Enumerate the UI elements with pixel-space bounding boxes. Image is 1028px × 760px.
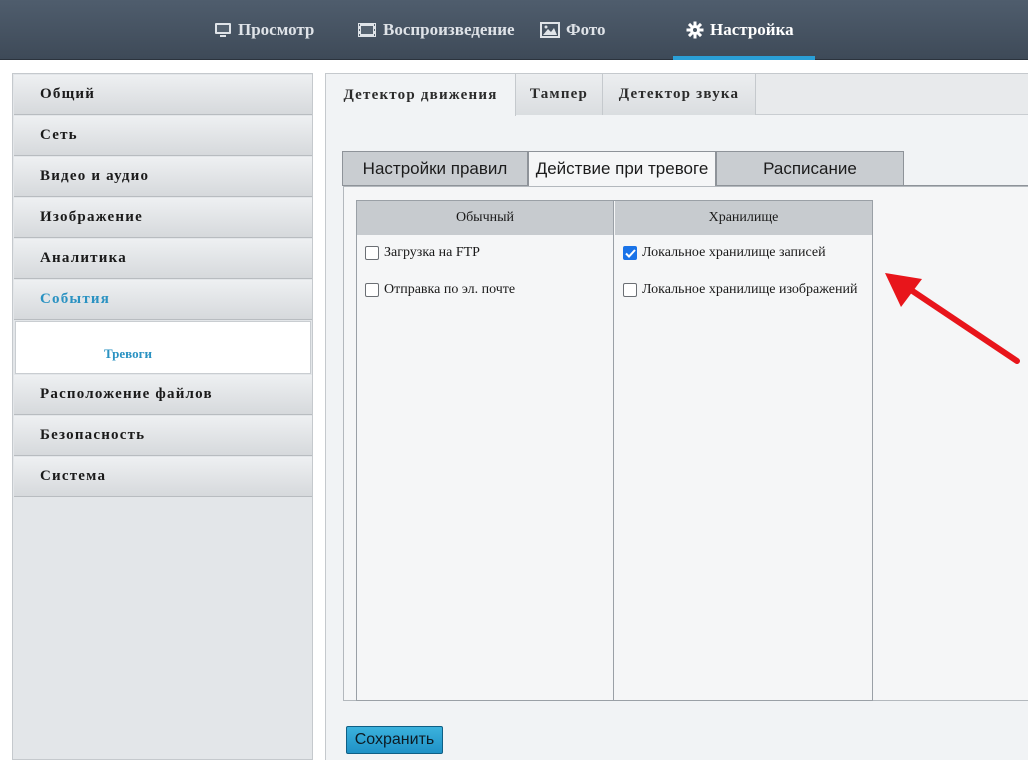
sidebar-subitem-alarms[interactable]: Тревоги <box>104 346 152 362</box>
ftp-upload-option[interactable]: Загрузка на FTP <box>365 245 480 261</box>
top-navigation-bar: Просмотр Воспроизведение Фото Настройка <box>0 0 1028 60</box>
sidebar-item-network[interactable]: Сеть <box>14 116 312 156</box>
subtab-rule-settings[interactable]: Настройки правил <box>342 151 528 186</box>
sidebar-item-analytics[interactable]: Аналитика <box>14 239 312 279</box>
tab-label: Детектор движения <box>343 86 498 103</box>
sidebar-item-label: Расположение файлов <box>40 386 213 402</box>
gear-icon <box>686 21 704 39</box>
sidebar-item-label: Сеть <box>40 127 78 143</box>
ftp-upload-checkbox[interactable] <box>365 246 379 260</box>
email-checkbox[interactable] <box>365 283 379 297</box>
subtab-schedule[interactable]: Расписание <box>716 151 904 186</box>
nav-view[interactable]: Просмотр <box>214 0 314 60</box>
events-subpanel: Тревоги <box>15 321 311 374</box>
sidebar-item-label: Система <box>40 468 107 484</box>
active-nav-indicator <box>673 56 815 60</box>
nav-photo[interactable]: Фото <box>540 0 606 60</box>
storage-column-header: Хранилище <box>615 201 872 235</box>
image-icon <box>540 22 560 38</box>
tab-sound-detector[interactable]: Детектор звука <box>603 74 756 115</box>
nav-view-label: Просмотр <box>238 20 315 39</box>
normal-column-header: Обычный <box>357 201 613 235</box>
alarm-action-content: Обычный Загрузка на FTP Отправка по эл. … <box>343 186 1028 701</box>
tab-label: Детектор звука <box>618 86 740 102</box>
nav-settings-label: Настройка <box>710 20 794 39</box>
sidebar-item-events[interactable]: События <box>14 280 312 320</box>
local-image-storage-option[interactable]: Локальное хранилище изображений <box>623 282 857 298</box>
local-record-storage-option[interactable]: Локальное хранилище записей <box>623 245 826 261</box>
film-icon <box>357 22 377 38</box>
nav-playback[interactable]: Воспроизведение <box>357 0 515 60</box>
checkmark-icon <box>624 248 636 258</box>
sidebar-item-label: Аналитика <box>40 250 127 266</box>
local-record-storage-checkbox[interactable] <box>623 246 637 260</box>
sidebar-item-label: Изображение <box>40 209 143 225</box>
sidebar-item-label: Безопасность <box>40 427 146 443</box>
tab-tamper[interactable]: Тампер <box>516 74 603 115</box>
settings-sidebar: Общий Сеть Видео и аудио Изображение Ана… <box>12 73 313 760</box>
sidebar-item-image[interactable]: Изображение <box>14 198 312 238</box>
sidebar-item-security[interactable]: Безопасность <box>14 416 312 456</box>
normal-actions-column: Обычный Загрузка на FTP Отправка по эл. … <box>357 201 614 700</box>
nav-photo-label: Фото <box>566 20 606 39</box>
subtab-label: Расписание <box>763 158 857 178</box>
subtab-label: Действие при тревоге <box>535 159 709 178</box>
nav-playback-label: Воспроизведение <box>383 20 515 39</box>
sidebar-item-file-locations[interactable]: Расположение файлов <box>14 375 312 415</box>
sidebar-item-video-audio[interactable]: Видео и аудио <box>14 157 312 197</box>
storage-actions-column: Хранилище Локальное хранилище записей Ло… <box>615 201 872 700</box>
tab-label: Тампер <box>529 86 589 102</box>
detector-tabs: Детектор движения Тампер Детектор звука <box>326 74 1028 116</box>
annotation-arrow-icon <box>885 273 1020 364</box>
sidebar-item-label: Видео и аудио <box>40 168 150 184</box>
tab-motion-detector[interactable]: Детектор движения <box>326 74 516 116</box>
local-record-storage-label: Локальное хранилище записей <box>642 245 826 260</box>
main-panel: Детектор движения Тампер Детектор звука … <box>325 73 1028 760</box>
sidebar-item-general[interactable]: Общий <box>14 75 312 115</box>
subtab-label: Настройки правил <box>362 158 508 178</box>
action-table: Обычный Загрузка на FTP Отправка по эл. … <box>356 200 873 701</box>
local-image-storage-checkbox[interactable] <box>623 283 637 297</box>
nav-settings[interactable]: Настройка <box>686 0 794 60</box>
email-option[interactable]: Отправка по эл. почте <box>365 282 515 298</box>
sidebar-item-label: Общий <box>40 86 96 102</box>
sidebar-item-label: События <box>40 291 111 307</box>
email-label: Отправка по эл. почте <box>384 282 516 297</box>
save-button[interactable]: Сохранить <box>346 726 443 754</box>
monitor-icon <box>214 22 232 38</box>
sidebar-item-system[interactable]: Система <box>14 457 312 497</box>
local-image-storage-label: Локальное хранилище изображений <box>642 282 858 297</box>
subtab-alarm-action[interactable]: Действие при тревоге <box>528 151 716 187</box>
ftp-upload-label: Загрузка на FTP <box>384 245 480 260</box>
